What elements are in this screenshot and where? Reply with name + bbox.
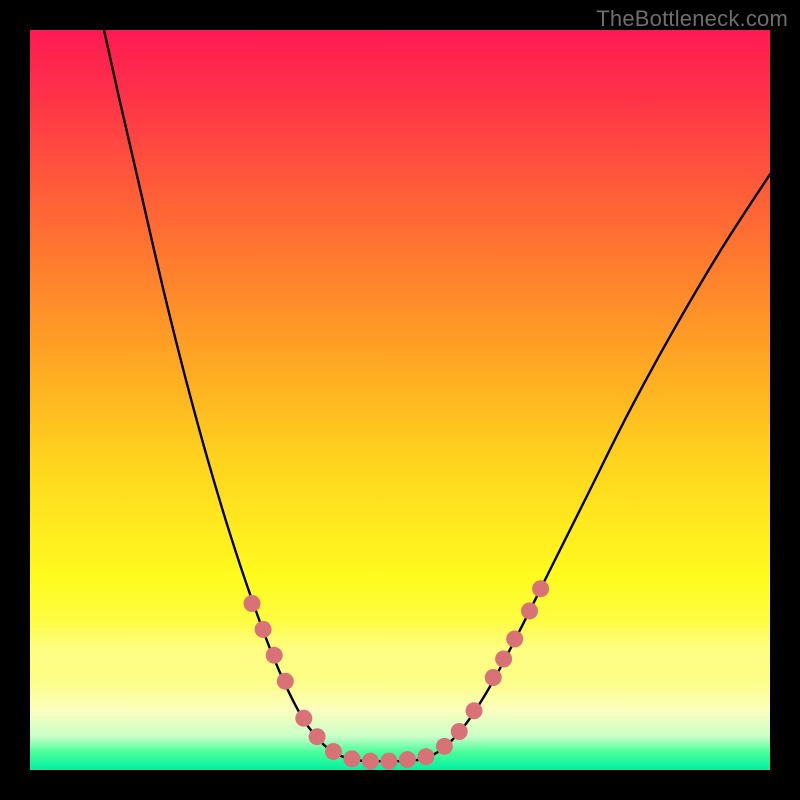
data-point-dot: [295, 710, 312, 727]
data-point-dot: [399, 751, 416, 768]
bottleneck-curve-segment: [104, 30, 352, 760]
data-point-dot: [506, 631, 523, 648]
data-point-dot: [343, 750, 360, 767]
chart-frame: TheBottleneck.com: [0, 0, 800, 800]
bottleneck-curve-segment: [422, 174, 770, 759]
data-point-dot: [380, 753, 397, 770]
data-point-dot: [277, 673, 294, 690]
data-point-dot: [362, 753, 379, 770]
data-point-dot: [485, 669, 502, 686]
data-point-dot: [495, 651, 512, 668]
data-point-dot: [309, 728, 326, 745]
data-point-dot: [244, 595, 261, 612]
data-point-dot: [521, 602, 538, 619]
data-point-dot: [417, 748, 434, 765]
data-point-dot: [255, 621, 272, 638]
data-point-dot: [325, 743, 342, 760]
data-point-dot: [532, 580, 549, 597]
data-point-dot: [266, 647, 283, 664]
data-point-dot: [451, 723, 468, 740]
attribution-label: TheBottleneck.com: [596, 6, 788, 32]
plot-area: [30, 30, 770, 770]
data-point-dot: [436, 738, 453, 755]
curve-layer: [30, 30, 770, 770]
data-point-dot: [466, 702, 483, 719]
